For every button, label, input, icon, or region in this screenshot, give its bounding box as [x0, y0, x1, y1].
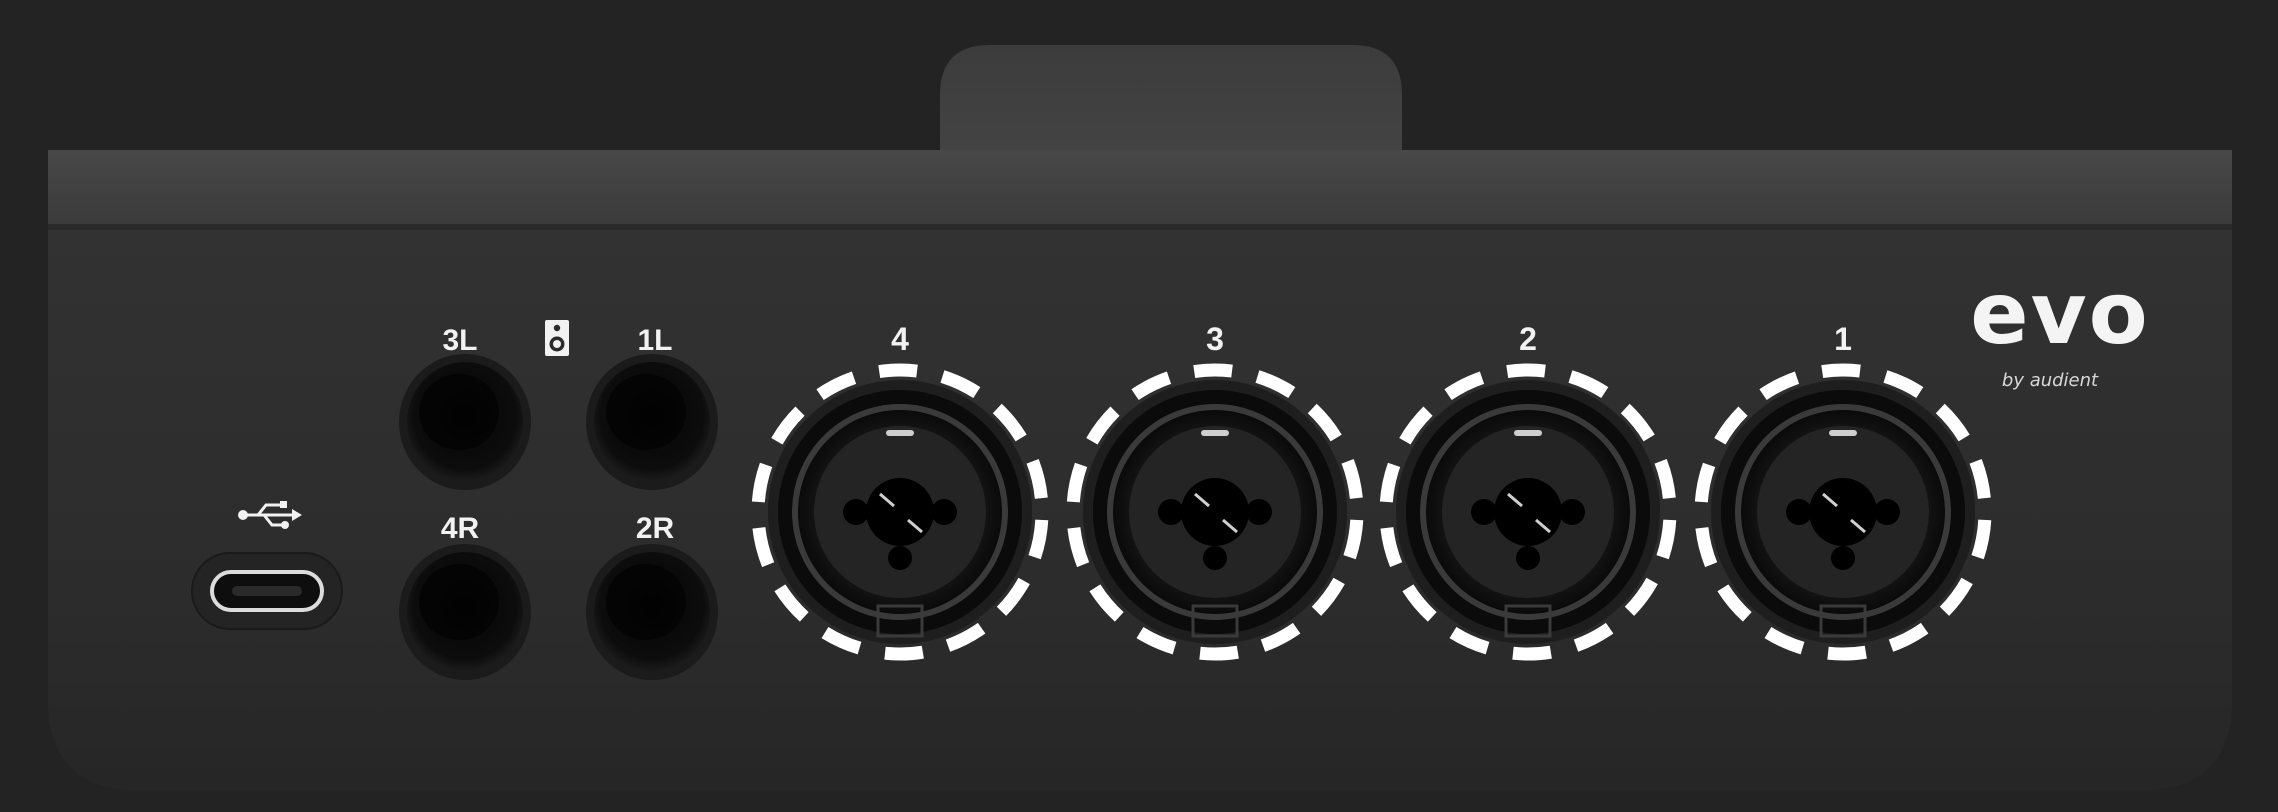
speaker-icon [545, 320, 569, 356]
line-output-1l-jack[interactable] [586, 354, 718, 490]
device-scene: 3L 1L 4R 2R 4 3 2 1 evo by audient [48, 45, 2232, 790]
brand-logo: evo [1970, 264, 2149, 364]
combo-input-label: 3 [1206, 321, 1224, 357]
device-photo: 3L 1L 4R 2R 4 3 2 1 evo by audient [0, 0, 2278, 812]
maker-logo: by audient [2002, 370, 2099, 391]
combo-input-label: 2 [1519, 321, 1537, 357]
combo-input-label: 4 [891, 321, 909, 357]
usb-c-port[interactable] [191, 552, 343, 630]
line-output-label: 1L [637, 324, 672, 357]
line-output-label: 2R [636, 512, 675, 545]
device-top-edge [48, 150, 2232, 228]
volume-knob[interactable] [940, 45, 1402, 160]
line-output-2r-jack[interactable] [586, 544, 718, 680]
line-output-3l-jack[interactable] [399, 354, 531, 490]
line-output-label: 4R [441, 512, 480, 545]
combo-input-label: 1 [1834, 321, 1852, 357]
line-output-label: 3L [442, 324, 477, 357]
line-output-4r-jack[interactable] [399, 544, 531, 680]
